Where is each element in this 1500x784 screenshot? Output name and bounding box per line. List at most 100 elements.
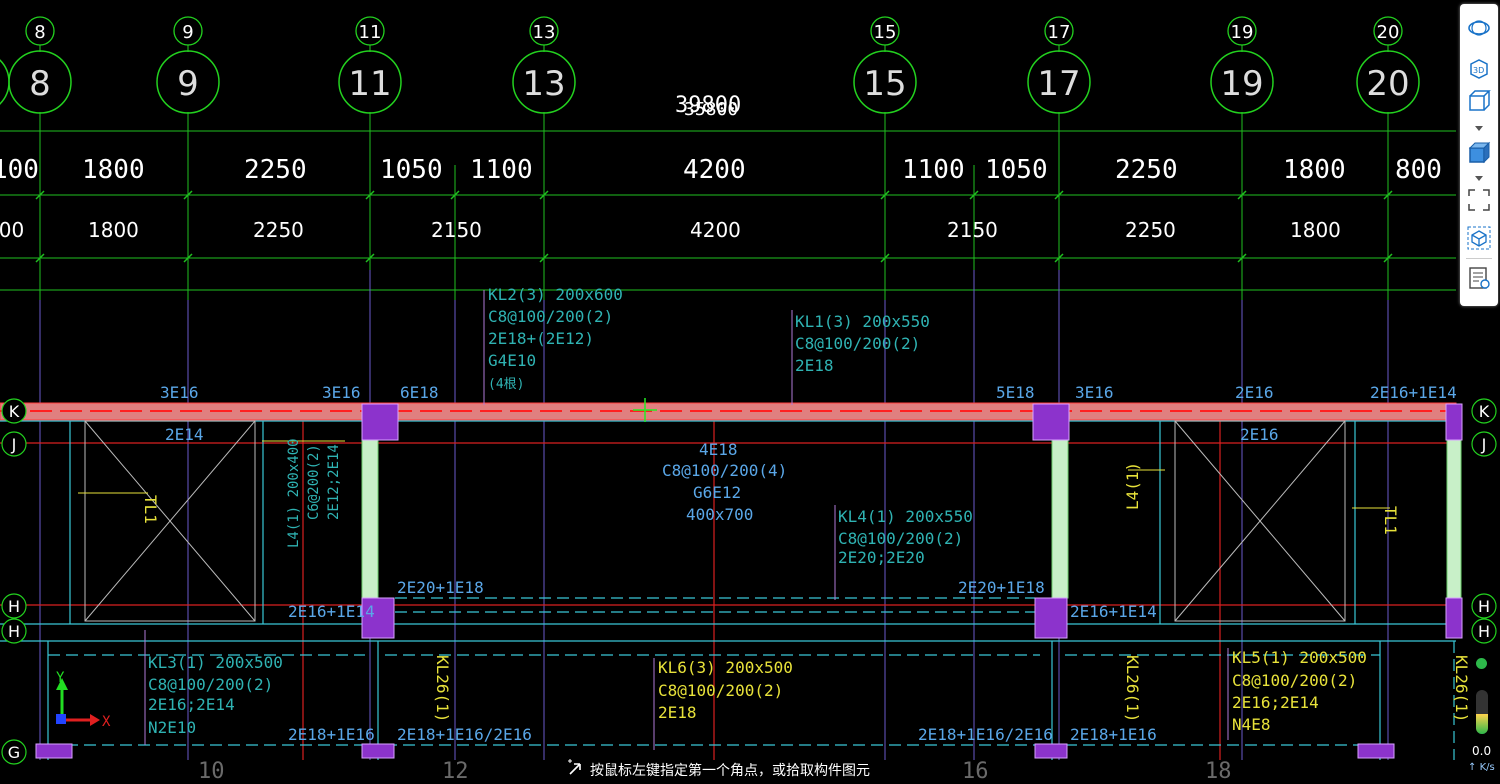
- dim-text: 1800: [1283, 155, 1346, 185]
- dim-text: 1800: [88, 218, 139, 242]
- kl4-line: 2E20;2E20: [838, 548, 925, 567]
- dim-text: 1800: [1290, 218, 1341, 242]
- ucs-x-label: X: [102, 714, 111, 730]
- rebar-text: 6E18: [400, 383, 439, 402]
- chevron-down-icon[interactable]: [1475, 176, 1483, 181]
- kl4-line: C8@100/200(2): [838, 529, 963, 548]
- axis-label: 19: [1220, 64, 1263, 104]
- row-label: H: [8, 597, 20, 616]
- box-view-icon[interactable]: [1467, 88, 1491, 112]
- row-label: H: [1478, 622, 1490, 641]
- kl2-line: G4E10: [488, 351, 536, 370]
- center-line: C8@100/200(4): [662, 461, 787, 480]
- solid-box-icon[interactable]: [1467, 140, 1491, 164]
- axis-label-small: 11: [359, 22, 382, 43]
- kl5-line: 2E16;2E14: [1232, 693, 1319, 712]
- rebar-text: 2E16+1E14: [1370, 383, 1457, 402]
- axis-label-small: 17: [1048, 22, 1071, 43]
- dim-text: 2150: [947, 218, 998, 242]
- status-text: 按鼠标左键指定第一个角点，或拾取构件图元: [590, 763, 870, 779]
- kl3-line: 2E16;2E14: [148, 695, 235, 714]
- dim-text: 2250: [1125, 218, 1176, 242]
- status-dot: [1476, 658, 1487, 669]
- pick-cursor-icon: [566, 758, 586, 782]
- view-toolbar: 3D: [1460, 4, 1498, 306]
- rebar-text: 2E18+1E16: [288, 725, 375, 744]
- kl2-line: C8@100/200(2): [488, 307, 613, 326]
- rebar-text: 3E16: [1075, 383, 1114, 402]
- kl5-line: C8@100/200(2): [1232, 671, 1357, 690]
- row-label: J: [11, 435, 17, 454]
- kl1-line: KL1(3) 200x550: [795, 312, 930, 331]
- l4-left-line: L4(1) 200x400: [286, 438, 302, 548]
- rebar-text: 2E14: [165, 425, 204, 444]
- rebar-text: 2E16: [1240, 425, 1279, 444]
- chevron-down-icon[interactable]: [1475, 126, 1483, 131]
- axis-label: 9: [177, 64, 199, 104]
- toolbar-divider: [1466, 258, 1492, 259]
- rebar-text: 3E16: [322, 383, 361, 402]
- rebar-text: 2E18+1E16/2E16: [397, 725, 532, 744]
- cube-select-icon[interactable]: [1467, 226, 1491, 250]
- dim-text: 2250: [244, 155, 307, 185]
- kl26-label: KL26(1): [1452, 655, 1471, 722]
- rebar-text: 2E16: [1235, 383, 1274, 402]
- ucs-icon: Y X: [56, 670, 111, 730]
- load-bar: [1476, 690, 1488, 734]
- l4-right-label: L4(1): [1123, 462, 1142, 510]
- dims-row2: 800 1800 2250 2150 4200 2150 2250 1800: [0, 218, 1341, 242]
- kl4-line: KL4(1) 200x550: [838, 507, 973, 526]
- tl1-left-label: TL1: [141, 495, 160, 524]
- rebar-text: 2E20+1E18: [958, 578, 1045, 597]
- dim-text: 800: [1395, 155, 1442, 185]
- axis-label: 11: [348, 64, 391, 104]
- axis-label: 8: [29, 64, 51, 104]
- dim-text: 1100: [470, 155, 533, 185]
- kl2-line: KL2(3) 200x600: [488, 285, 623, 304]
- kl6-line: C8@100/200(2): [658, 681, 783, 700]
- kl6-line: 2E18: [658, 703, 697, 722]
- properties-list-icon[interactable]: [1467, 266, 1491, 290]
- kl26-label: KL26(1): [433, 655, 452, 722]
- row-label: J: [1481, 435, 1487, 454]
- 3d-view-icon[interactable]: 3D: [1467, 56, 1491, 80]
- kl3-line: C8@100/200(2): [148, 675, 273, 694]
- rebar-text: 5E18: [996, 383, 1035, 402]
- cad-canvas[interactable]: 8899111113131515171719192020 K KJ JH HH HG Y…: [0, 0, 1500, 784]
- svg-text:3D: 3D: [1473, 66, 1484, 75]
- dims-row1: 100 1800 2250 1050 1100 4200 1100 1050 2…: [0, 155, 1442, 185]
- kl26-label: KL26(1): [1123, 655, 1142, 722]
- kl2-line: (4根): [488, 377, 524, 392]
- row-label: H: [1478, 597, 1490, 616]
- speed-value: 0.0: [1472, 744, 1492, 758]
- overall-dimension: 39800 35800: [675, 93, 741, 120]
- dim-text: 2250: [253, 218, 304, 242]
- axis-label: 17: [1037, 64, 1080, 104]
- overall-dim-overlap-text: 35800: [684, 99, 738, 120]
- tl1-right-label: TL1: [1381, 506, 1400, 535]
- ucs-y-label: Y: [56, 670, 65, 686]
- rebar-text: 2E16+1E14: [1070, 602, 1157, 621]
- dim-text: 800: [0, 218, 24, 242]
- speed-unit: ↑ K/s: [1468, 762, 1495, 773]
- dim-text: 1050: [985, 155, 1048, 185]
- rebar-text: 2E18+1E16/2E16: [918, 725, 1053, 744]
- center-line: 400x700: [686, 505, 753, 524]
- axis-label-small: 15: [874, 22, 897, 43]
- axis-label: 13: [522, 64, 565, 104]
- l4-left-line: 2E12;2E14: [326, 444, 342, 520]
- row-label: H: [8, 622, 20, 641]
- kl3-line: N2E10: [148, 718, 196, 737]
- dim-text: 2150: [431, 218, 482, 242]
- kl3-line: KL3(1) 200x500: [148, 653, 283, 672]
- axis-lines: [0, 112, 1456, 300]
- dim-text: 100: [0, 155, 39, 185]
- dim-text: 1100: [902, 155, 965, 185]
- kl5-line: KL5(1) 200x500: [1232, 648, 1367, 667]
- dim-text: 1800: [82, 155, 145, 185]
- rebar-text: 2E18+1E16: [1070, 725, 1157, 744]
- rebar-text: 3E16: [160, 383, 199, 402]
- orbit-icon[interactable]: [1467, 16, 1491, 40]
- l4-left-line: C6@200(2): [306, 444, 322, 520]
- fullscreen-icon[interactable]: [1467, 188, 1491, 212]
